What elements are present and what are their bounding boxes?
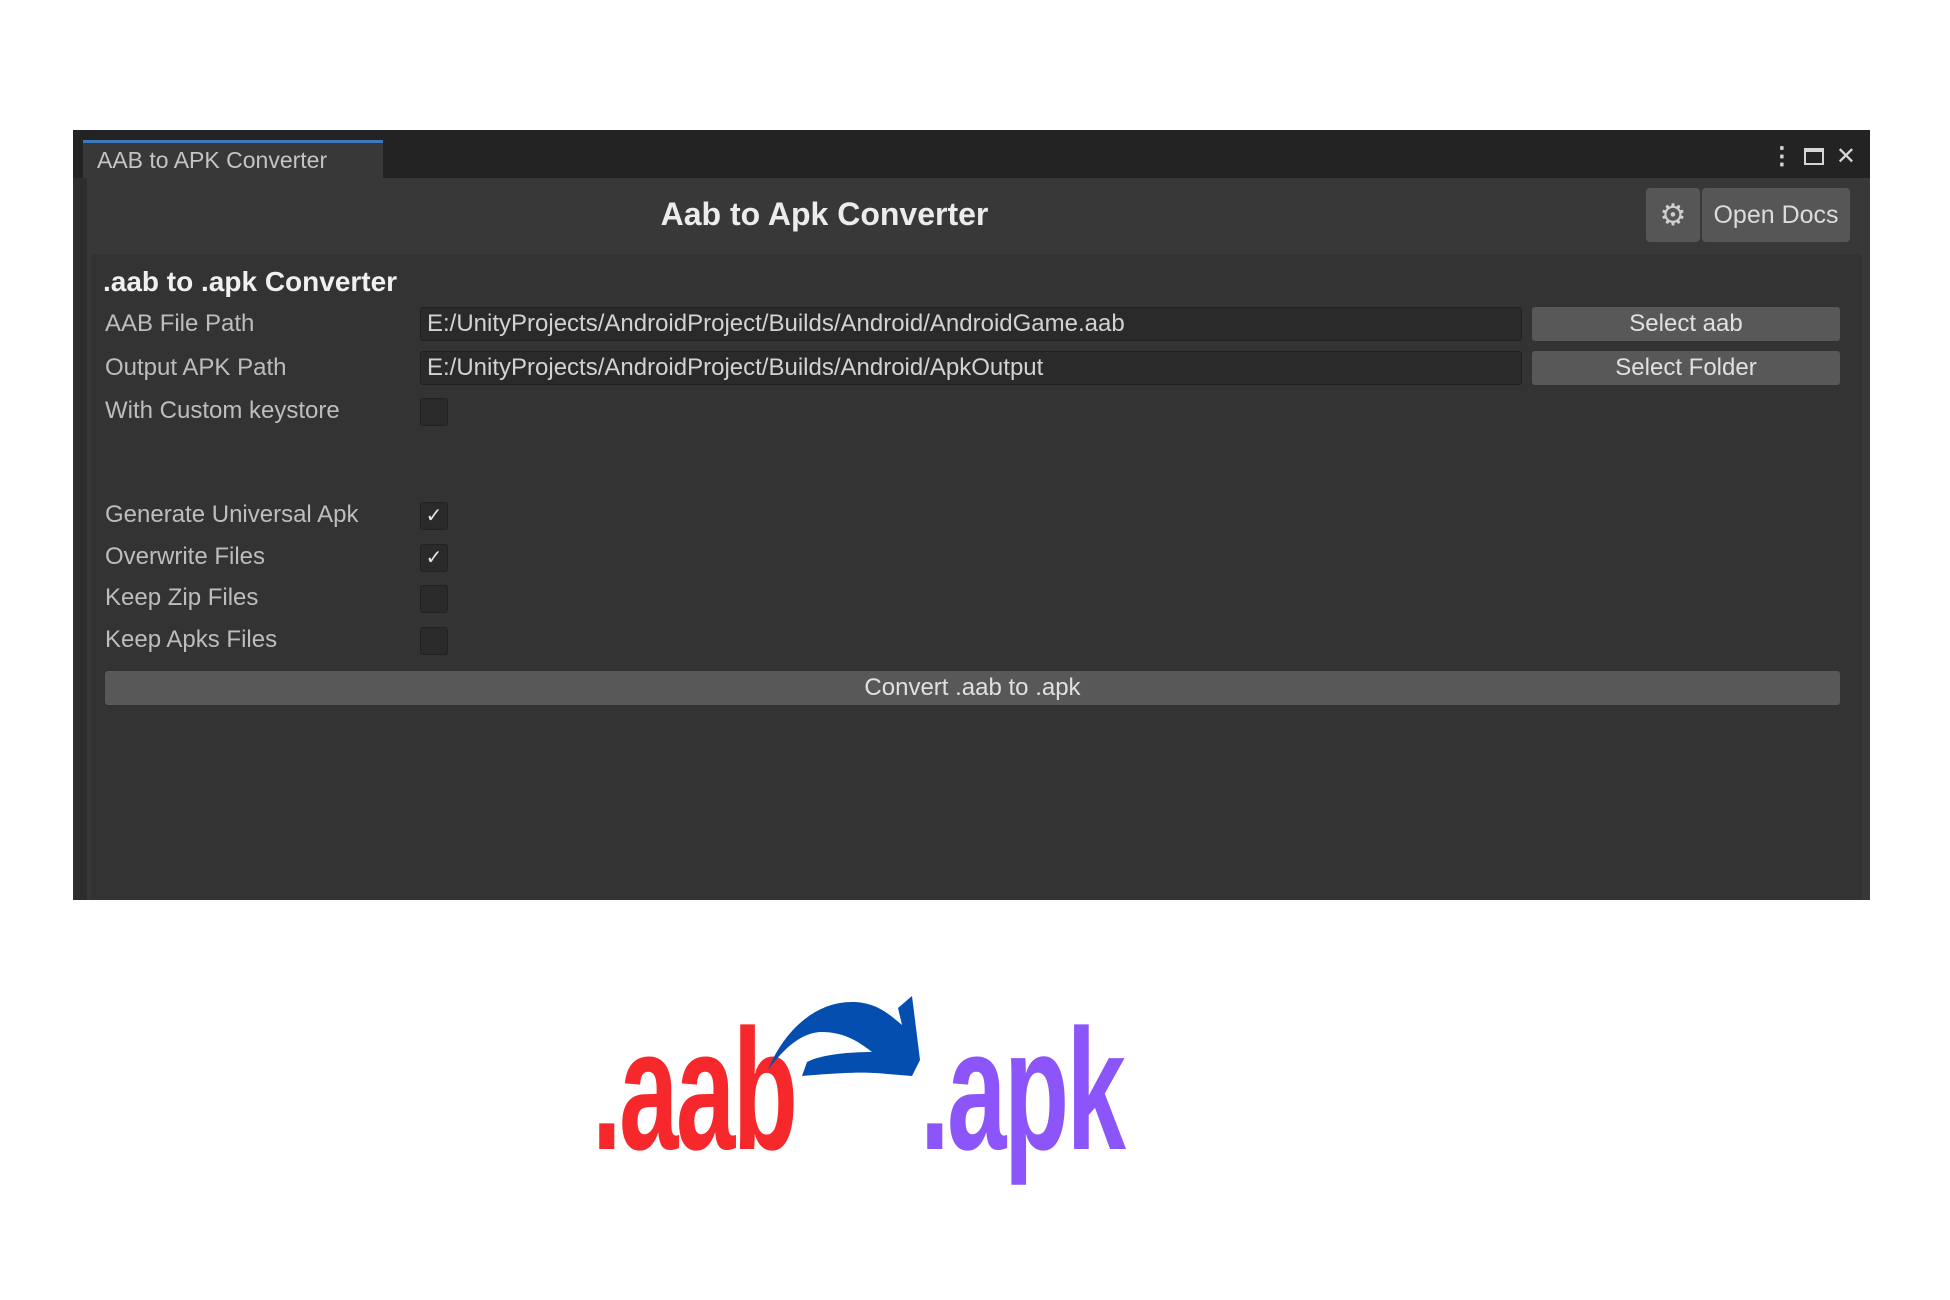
converter-window: AAB to APK Converter ⋮ ✕ Aab to Apk Conv… [73,130,1870,900]
tab-aab-to-apk-converter[interactable]: AAB to APK Converter [83,140,383,178]
select-aab-button[interactable]: Select aab [1532,307,1840,341]
overwrite-files-checkbox[interactable]: ✓ [420,544,448,572]
settings-button[interactable]: ⚙ [1646,188,1700,242]
aab-path-label: AAB File Path [105,310,255,337]
option-label: Keep Apks Files [105,626,278,653]
checkmark-icon: ✓ [425,547,443,569]
arrow-path [768,996,920,1076]
curved-arrow-icon [768,996,920,1076]
kebab-menu-icon[interactable]: ⋮ [1770,142,1794,171]
option-label: Keep Zip Files [105,584,259,611]
option-label: Overwrite Files [105,543,266,570]
conversion-banner: .aab .apk [0,990,1950,1190]
gear-icon: ⚙ [1659,198,1687,232]
custom-keystore-checkbox[interactable] [420,398,448,426]
custom-keystore-label: With Custom keystore [105,397,340,424]
tab-bar: AAB to APK Converter ⋮ ✕ [73,130,1870,178]
select-folder-button[interactable]: Select Folder [1532,351,1840,385]
open-docs-button[interactable]: Open Docs [1702,188,1850,242]
section-title: .aab to .apk Converter [103,266,398,297]
output-path-field[interactable]: E:/UnityProjects/AndroidProject/Builds/A… [420,351,1522,385]
close-icon[interactable]: ✕ [1836,142,1856,171]
converter-panel: .aab to .apk Converter AAB File Path E:/… [91,254,1862,900]
output-path-label: Output APK Path [105,354,287,381]
page-title: Aab to Apk Converter [660,196,989,232]
option-label: Generate Universal Apk [105,501,359,528]
keep-zip-files-checkbox[interactable] [420,585,448,613]
left-gutter [73,178,87,900]
header-bar: Aab to Apk Converter ⚙ Open Docs [87,178,1862,252]
aab-path-field[interactable]: E:/UnityProjects/AndroidProject/Builds/A… [420,307,1522,341]
to-extension-text: .apk [920,994,1126,1186]
generate-universal-apk-checkbox[interactable]: ✓ [420,502,448,530]
convert-button[interactable]: Convert .aab to .apk [105,671,1840,705]
maximize-icon[interactable] [1803,148,1824,165]
checkmark-icon: ✓ [425,505,443,527]
window-controls: ⋮ ✕ [1770,142,1856,171]
window-body: Aab to Apk Converter ⚙ Open Docs .aab to… [73,178,1870,900]
keep-apks-files-checkbox[interactable] [420,627,448,655]
